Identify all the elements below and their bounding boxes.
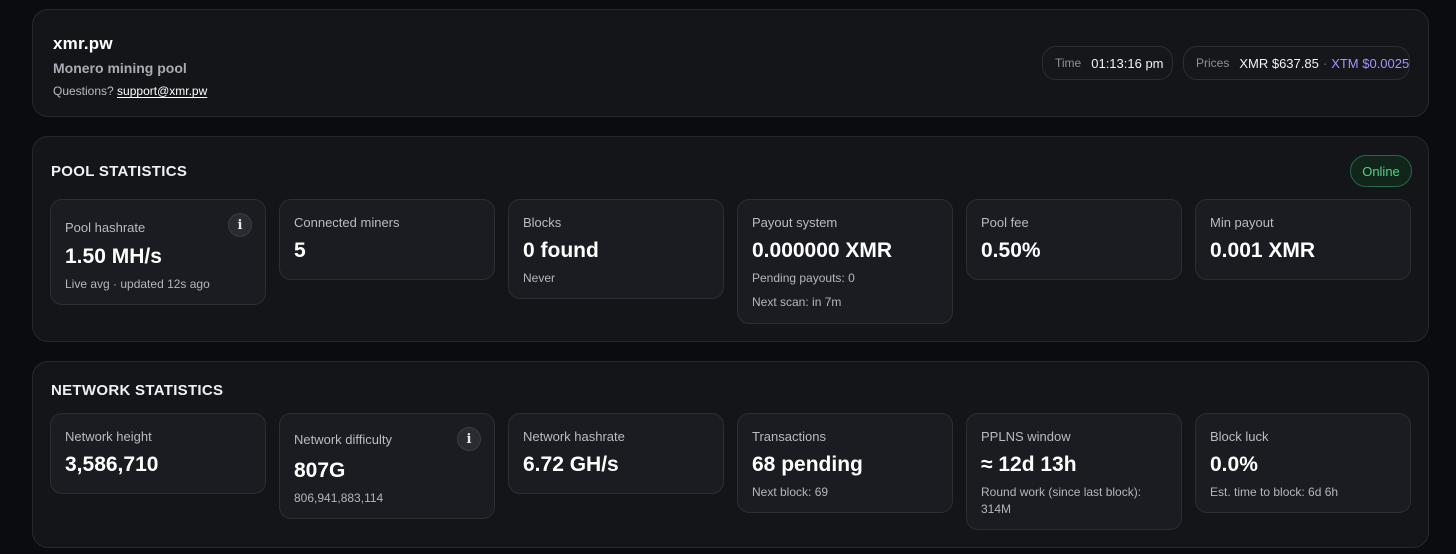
time-value: 01:13:16 pm	[1091, 55, 1164, 71]
min-payout-card: Min payout 0.001 XMR	[1195, 199, 1411, 280]
support-email-link[interactable]: support@xmr.pw	[117, 84, 207, 98]
network-difficulty-label: Network difficulty	[294, 432, 393, 447]
pool-statistics-title: POOL STATISTICS	[51, 163, 188, 180]
block-luck-value: 0.0%	[1210, 453, 1258, 476]
pplns-window-label: PPLNS window	[981, 429, 1071, 444]
network-statistics-title: NETWORK STATISTICS	[51, 382, 224, 399]
pool-fee-value: 0.50%	[981, 239, 1041, 262]
pending-payouts: Pending payouts: 0	[752, 271, 855, 285]
payout-system-card: Payout system 0.000000 XMR Pending payou…	[737, 199, 953, 324]
network-height-label: Network height	[65, 429, 152, 444]
network-difficulty-value: 807G	[294, 459, 346, 482]
transactions-label: Transactions	[752, 429, 826, 444]
blocks-label: Blocks	[523, 215, 562, 230]
network-hashrate-card: Network hashrate 6.72 GH/s	[508, 413, 724, 494]
transactions-card: Transactions 68 pending Next block: 69	[737, 413, 953, 513]
min-payout-value: 0.001 XMR	[1210, 239, 1316, 262]
block-luck-label: Block luck	[1210, 429, 1269, 444]
network-statistics-panel: NETWORK STATISTICS Network height 3,586,…	[32, 361, 1429, 548]
prices-pill: Prices XMR $637.85 · XTM $0.0025	[1183, 46, 1410, 80]
payout-system-label: Payout system	[752, 215, 838, 230]
block-luck-card: Block luck 0.0% Est. time to block: 6d 6…	[1195, 413, 1411, 513]
blocks-card: Blocks 0 found Never	[508, 199, 724, 299]
prices-label: Prices	[1196, 56, 1230, 70]
brand-block: xmr.pw Monero mining pool Questions? sup…	[53, 34, 207, 98]
header-panel: xmr.pw Monero mining pool Questions? sup…	[32, 9, 1429, 117]
blocks-sub: Never	[523, 271, 556, 285]
round-work-value: 314M	[981, 502, 1012, 516]
site-title: xmr.pw	[53, 34, 113, 53]
info-icon[interactable]: i	[457, 427, 481, 451]
round-work-label: Round work (since last block):	[981, 485, 1142, 499]
connected-miners-label: Connected miners	[294, 215, 400, 230]
status-badge: Online	[1350, 155, 1412, 187]
pool-hashrate-card: Pool hashrate i 1.50 MH/s Live avg · upd…	[50, 199, 266, 305]
next-scan: Next scan: in 7m	[752, 295, 842, 309]
est-time-to-block: Est. time to block: 6d 6h	[1210, 485, 1339, 499]
connected-miners-card: Connected miners 5	[279, 199, 495, 280]
pool-statistics-panel: POOL STATISTICS Online Pool hashrate i 1…	[32, 136, 1429, 342]
next-block: Next block: 69	[752, 485, 829, 499]
blocks-value: 0 found	[523, 239, 599, 262]
pool-hashrate-label: Pool hashrate	[65, 220, 146, 235]
pool-fee-label: Pool fee	[981, 215, 1029, 230]
pool-hashrate-value: 1.50 MH/s	[65, 245, 162, 268]
xtm-price: XTM $0.0025	[1331, 55, 1410, 71]
transactions-value: 68 pending	[752, 453, 863, 476]
support-line: Questions? support@xmr.pw	[53, 84, 207, 98]
time-label: Time	[1055, 56, 1082, 70]
network-height-value: 3,586,710	[65, 453, 159, 476]
payout-system-value: 0.000000 XMR	[752, 239, 893, 262]
min-payout-label: Min payout	[1210, 215, 1274, 230]
pplns-window-card: PPLNS window ≈ 12d 13h Round work (since…	[966, 413, 1182, 530]
connected-miners-value: 5	[294, 239, 306, 262]
network-hashrate-label: Network hashrate	[523, 429, 625, 444]
network-height-card: Network height 3,586,710	[50, 413, 266, 494]
network-difficulty-sub: 806,941,883,114	[294, 491, 384, 505]
network-difficulty-card: Network difficulty i 807G 806,941,883,11…	[279, 413, 495, 519]
pool-fee-card: Pool fee 0.50%	[966, 199, 1182, 280]
pplns-window-value: ≈ 12d 13h	[981, 453, 1077, 476]
time-pill: Time 01:13:16 pm	[1042, 46, 1173, 80]
network-hashrate-value: 6.72 GH/s	[523, 453, 619, 476]
info-icon[interactable]: i	[228, 213, 252, 237]
pool-hashrate-sub: Live avg · updated 12s ago	[65, 277, 210, 291]
price-separator: ·	[1322, 55, 1328, 71]
site-subtitle: Monero mining pool	[53, 60, 187, 76]
xmr-price: XMR $637.85	[1239, 55, 1319, 71]
questions-label: Questions?	[53, 84, 114, 98]
